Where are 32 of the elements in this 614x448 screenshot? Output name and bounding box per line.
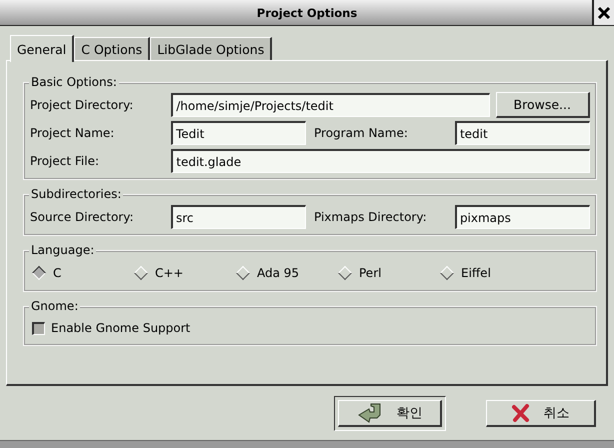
radio-label: Eiffel xyxy=(461,266,491,280)
radio-label: C++ xyxy=(155,266,184,280)
field-label: Project File: xyxy=(30,154,100,168)
tab[interactable]: General xyxy=(10,35,74,62)
input-field[interactable]: Tedit xyxy=(170,121,306,145)
input-field[interactable]: tedit xyxy=(454,121,590,145)
window-title: Project Options xyxy=(256,6,358,20)
group-title: Language: xyxy=(29,242,96,258)
arrow-icon xyxy=(356,402,382,422)
checkbox-label: Enable Gnome Support xyxy=(51,321,190,335)
field-label: Program Name: xyxy=(313,126,409,140)
browse-button[interactable]: Browse... xyxy=(496,92,590,118)
cancel-button[interactable]: 취소 xyxy=(486,400,596,426)
radio-label: C xyxy=(53,266,62,280)
checkbox[interactable] xyxy=(32,322,45,334)
field-label: Project Directory: xyxy=(30,98,134,112)
input-field[interactable]: src xyxy=(170,205,306,229)
close-icon xyxy=(597,6,611,20)
field-label: Project Name: xyxy=(30,126,116,140)
close-icon xyxy=(512,404,530,422)
radio-label: Perl xyxy=(359,266,382,280)
input-field[interactable]: pixmaps xyxy=(454,205,590,229)
input-field[interactable]: /home/simje/Projects/tedit xyxy=(171,93,490,117)
input-field[interactable]: tedit.glade xyxy=(171,149,590,173)
tab[interactable]: LibGlade Options xyxy=(150,37,272,60)
ok-button[interactable]: 확인 xyxy=(338,400,442,426)
group-title: Basic Options: xyxy=(29,74,119,90)
tab[interactable]: C Options xyxy=(74,37,150,60)
field-label: Pixmaps Directory: xyxy=(313,210,428,224)
radio-label: Ada 95 xyxy=(257,266,300,280)
field-label: Source Directory: xyxy=(30,210,135,224)
close-button[interactable] xyxy=(592,0,614,25)
